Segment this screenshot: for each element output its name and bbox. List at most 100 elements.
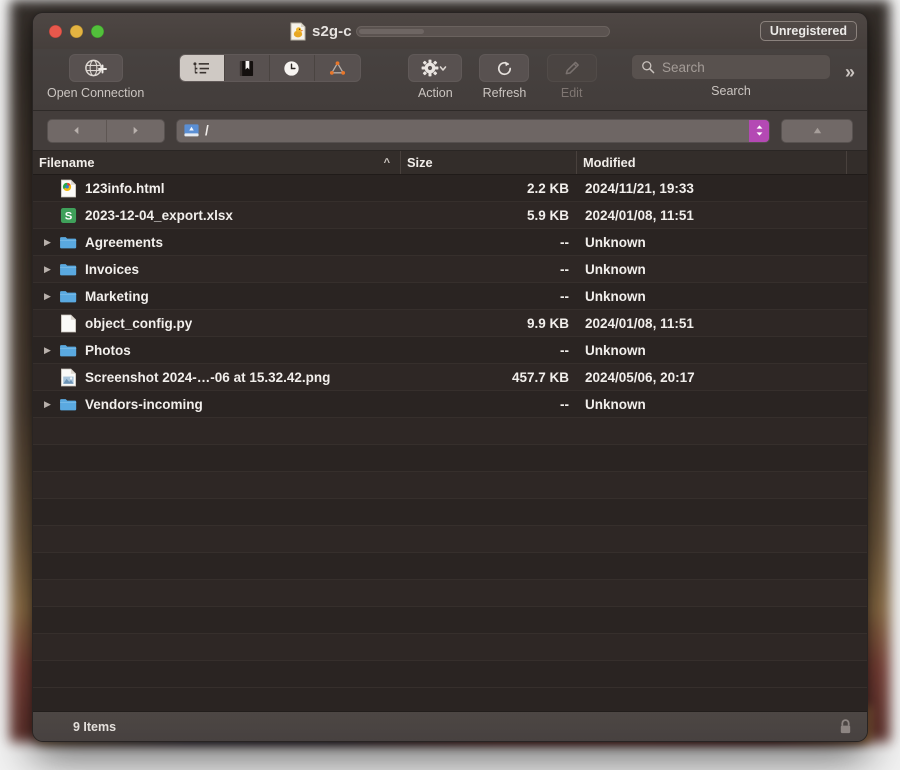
folder-icon — [59, 233, 78, 252]
connection-security-indicator[interactable] — [838, 718, 853, 735]
disclosure-triangle-icon[interactable]: ▶ — [41, 292, 54, 301]
parent-directory-button[interactable] — [781, 119, 853, 143]
bookmarks-view-segment[interactable] — [225, 55, 270, 81]
column-header-modified[interactable]: Modified — [577, 151, 847, 174]
cell-size: 2.2 KB — [401, 181, 577, 196]
title-progress-bar — [356, 26, 610, 37]
network-nodes-icon — [328, 60, 347, 77]
cell-filename: ▶Invoices — [33, 260, 401, 279]
folder-icon — [59, 287, 78, 306]
file-list: 123info.html2.2 KB2024/11/21, 19:33 S 2023… — [33, 175, 867, 711]
refresh-group: Refresh — [479, 54, 529, 100]
html-chrome-file-icon — [59, 179, 78, 198]
browser-view-segment[interactable] — [180, 55, 225, 81]
cell-size: -- — [401, 289, 577, 304]
refresh-icon — [495, 59, 514, 78]
view-segmented-control — [179, 54, 361, 82]
up-arrow-icon — [811, 125, 824, 136]
outline-list-icon — [192, 61, 211, 76]
path-bar[interactable]: / — [176, 119, 770, 143]
refresh-button[interactable] — [479, 54, 529, 82]
edit-button[interactable] — [547, 54, 597, 82]
forward-button[interactable] — [107, 120, 165, 142]
navigation-bar: / — [33, 111, 867, 151]
cell-size: -- — [401, 343, 577, 358]
cell-size: 457.7 KB — [401, 370, 577, 385]
table-row[interactable]: ▶Vendors-incoming--Unknown — [33, 391, 867, 418]
cell-filename: ▶ Agreements — [33, 233, 401, 252]
file-name-label: Photos — [85, 343, 131, 358]
file-name-label: Marketing — [85, 289, 149, 304]
table-row[interactable]: ▶Photos--Unknown — [33, 337, 867, 364]
cell-filename: ▶ Marketing — [33, 287, 401, 306]
padlock-icon — [838, 718, 853, 735]
disclosure-triangle-icon[interactable]: ▶ — [41, 400, 54, 409]
gear-chevron-icon — [420, 58, 450, 78]
disk-volume-icon — [183, 122, 200, 139]
toolbar-overflow-button[interactable]: » — [845, 62, 853, 83]
zoom-button[interactable] — [91, 25, 104, 38]
column-header-size[interactable]: Size — [401, 151, 577, 174]
table-empty-row — [33, 553, 867, 580]
table-row[interactable]: S2023-12-04_export.xlsx5.9 KB2024/01/08,… — [33, 202, 867, 229]
file-name-label: object_config.py — [85, 316, 192, 331]
file-name-label: Vendors-incoming — [85, 397, 203, 412]
table-empty-row — [33, 580, 867, 607]
unregistered-button[interactable]: Unregistered — [760, 21, 857, 41]
column-header-filename[interactable]: Filename ^ — [33, 151, 401, 174]
table-row[interactable]: 123info.html2.2 KB2024/11/21, 19:33 — [33, 175, 867, 202]
table-row[interactable]: Screenshot 2024-…-06 at 15.32.42.png 457.… — [33, 364, 867, 391]
spreadsheet-file-icon: S — [59, 206, 78, 225]
title-center: s2g-c — [33, 22, 867, 41]
titlebar: s2g-c Unregistered — [33, 13, 867, 49]
toolbar: Open Connection — [33, 49, 867, 111]
table-row[interactable]: object_config.py9.9 KB2024/01/08, 11:51 — [33, 310, 867, 337]
back-button[interactable] — [48, 120, 107, 142]
search-icon — [641, 60, 655, 74]
window-title: s2g-c — [312, 23, 352, 40]
item-count-label: 9 Items — [73, 720, 116, 734]
globe-plus-icon — [83, 57, 109, 79]
close-button[interactable] — [49, 25, 62, 38]
folder-icon — [59, 341, 78, 360]
open-connection-button[interactable] — [69, 54, 123, 82]
search-box[interactable] — [631, 54, 831, 80]
table-row[interactable]: ▶ Marketing --Unknown — [33, 283, 867, 310]
cell-modified: Unknown — [577, 235, 847, 250]
cell-modified: 2024/01/08, 11:51 — [577, 208, 847, 223]
pencil-icon — [562, 59, 581, 78]
table-empty-row — [33, 499, 867, 526]
sort-ascending-icon: ^ — [384, 157, 390, 169]
search-input[interactable] — [662, 60, 821, 75]
bookmark-icon — [239, 60, 254, 77]
duck-document-icon — [290, 22, 306, 41]
cell-filename: ▶ Photos — [33, 341, 401, 360]
cell-filename: 123info.html — [33, 179, 401, 198]
table-empty-row — [33, 634, 867, 661]
edit-label: Edit — [561, 86, 583, 100]
cell-modified: 2024/05/06, 20:17 — [577, 370, 847, 385]
table-row[interactable]: ▶Invoices--Unknown — [33, 256, 867, 283]
cell-modified: Unknown — [577, 262, 847, 277]
table-row[interactable]: ▶Agreements--Unknown — [33, 229, 867, 256]
cell-modified: Unknown — [577, 289, 847, 304]
disclosure-triangle-icon[interactable]: ▶ — [41, 265, 54, 274]
file-name-label: 2023-12-04_export.xlsx — [85, 208, 233, 223]
transfers-view-segment[interactable] — [315, 55, 360, 81]
file-name-label: Agreements — [85, 235, 163, 250]
path-text: / — [205, 123, 209, 138]
cell-size: -- — [401, 262, 577, 277]
action-button[interactable] — [408, 54, 462, 82]
minimize-button[interactable] — [70, 25, 83, 38]
search-group: Search — [631, 54, 831, 98]
action-label: Action — [418, 86, 453, 100]
table-empty-row — [33, 472, 867, 499]
table-empty-row — [33, 445, 867, 472]
history-navigation — [47, 119, 165, 143]
path-history-stepper[interactable] — [749, 119, 769, 143]
file-name-label: Screenshot 2024-…-06 at 15.32.42.png — [85, 370, 330, 385]
history-view-segment[interactable] — [270, 55, 315, 81]
disclosure-triangle-icon[interactable]: ▶ — [41, 238, 54, 247]
disclosure-triangle-icon[interactable]: ▶ — [41, 346, 54, 355]
clock-icon — [283, 60, 300, 77]
